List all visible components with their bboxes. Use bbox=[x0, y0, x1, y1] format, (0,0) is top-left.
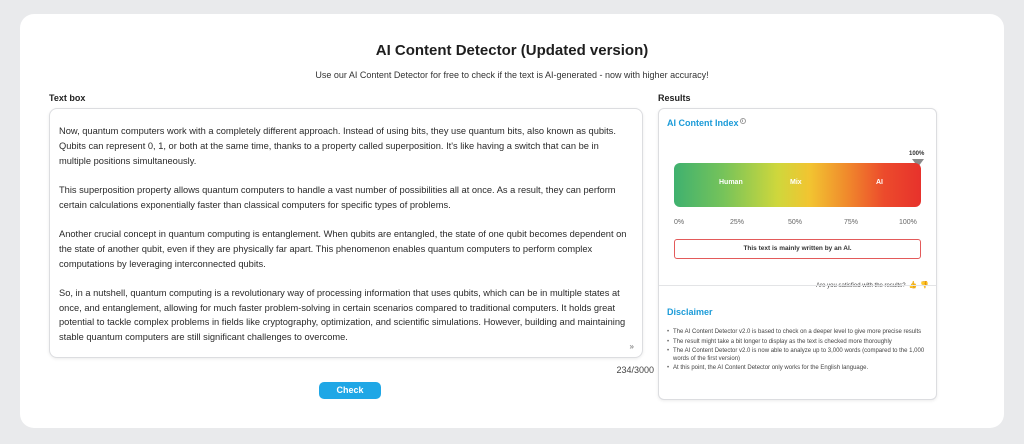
text-input-area[interactable]: Now, quantum computers work with a compl… bbox=[49, 108, 643, 358]
ai-content-index-title: AI Content Index bbox=[667, 118, 739, 128]
text-paragraph: This superposition property allows quant… bbox=[59, 184, 616, 210]
gauge-tick: 25% bbox=[730, 219, 745, 226]
gauge-zone-mix: Mix bbox=[790, 179, 802, 186]
ai-content-index-heading: AI Content Index i bbox=[667, 118, 746, 128]
resize-handle-icon[interactable]: » bbox=[630, 342, 634, 351]
gauge-value-label: 100% bbox=[909, 151, 925, 157]
results-label: Results bbox=[658, 93, 691, 103]
disclaimer-list: The AI Content Detector v2.0 is based to… bbox=[667, 329, 929, 375]
textbox-label: Text box bbox=[49, 93, 86, 103]
feedback-question: Are you satisfied with the results? bbox=[816, 283, 906, 289]
disclaimer-heading: Disclaimer bbox=[667, 307, 713, 317]
page-title: AI Content Detector (Updated version) bbox=[375, 42, 649, 59]
gauge-zone-ai: AI bbox=[876, 179, 883, 186]
results-panel: AI Content Index i 100% Human Mix AI 0% 2… bbox=[658, 108, 937, 400]
gauge-zone-human: Human bbox=[719, 179, 743, 186]
disclaimer-item: At this point, the AI Content Detector o… bbox=[667, 365, 929, 373]
gauge-tick: 0% bbox=[674, 219, 685, 226]
detector-card: AI Content Detector (Updated version) Us… bbox=[20, 14, 1004, 428]
verdict-box: This text is mainly written by an AI. bbox=[674, 239, 921, 259]
gauge-tick: 75% bbox=[844, 219, 859, 226]
disclaimer-item: The AI Content Detector v2.0 is based to… bbox=[667, 329, 929, 337]
text-paragraph: So, in a nutshell, quantum computing is … bbox=[59, 287, 626, 343]
gauge-tick: 50% bbox=[788, 219, 803, 226]
divider bbox=[659, 285, 936, 286]
info-icon[interactable]: i bbox=[739, 118, 746, 124]
gauge-tick: 100% bbox=[899, 219, 917, 226]
disclaimer-item: The result might take a bit longer to di… bbox=[667, 339, 929, 347]
disclaimer-item: The AI Content Detector v2.0 is now able… bbox=[667, 348, 929, 363]
text-paragraph: Now, quantum computers work with a compl… bbox=[59, 126, 616, 166]
check-button[interactable]: Check bbox=[319, 382, 381, 399]
page-subtitle: Use our AI Content Detector for free to … bbox=[315, 70, 709, 80]
word-counter: 234/3000 bbox=[616, 365, 654, 375]
text-paragraph: Another crucial concept in quantum compu… bbox=[59, 228, 627, 269]
